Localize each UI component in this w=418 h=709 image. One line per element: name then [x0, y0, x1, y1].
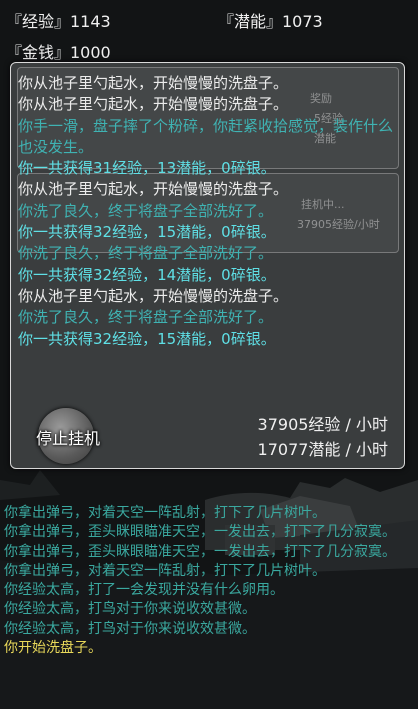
- log-line: 你从池子里勺起水，开始慢慢的洗盘子。: [18, 95, 289, 114]
- log-line: 你从池子里勺起水，开始慢慢的洗盘子。: [18, 180, 289, 199]
- log-line: 你手一滑，盘子摔了个粉碎，你赶紧收拾感觉，装作什么也没发生。: [18, 116, 394, 156]
- message-line: 你拿出弹弓，歪头眯眼瞄准天空，一发出去，打下了几分寂寞。: [4, 543, 396, 560]
- log-line: 你一共获得32经验，14潜能，0碎银。: [18, 265, 276, 284]
- log-line: 你一共获得32经验，15潜能，0碎银。: [18, 329, 276, 348]
- money-stat: 『金钱』1000: [6, 43, 111, 62]
- stop-button-label: 停止挂机: [35, 429, 100, 448]
- message-line: 你经验太高，打鸟对于你来说收效甚微。: [4, 620, 256, 637]
- exp-stat: 『经验』1143: [6, 12, 111, 31]
- log-line: 你洗了良久，终于将盘子全部洗好了。: [18, 201, 274, 220]
- message-feed: 你拿出弹弓，对着天空一阵乱射，打下了几片树叶。你拿出弹弓，歪头眯眼瞄准天空，一发…: [4, 504, 414, 658]
- message-line: 你经验太高，打了一会发现并没有什么卵用。: [4, 582, 284, 599]
- message-line: 你拿出弹弓，歪头眯眼瞄准天空，一发出去，打下了几分寂寞。: [4, 524, 396, 541]
- exp-per-hour: 37905经验 / 小时: [257, 415, 388, 434]
- potential-per-hour: 17077潜能 / 小时: [257, 440, 388, 459]
- log-line: 你从池子里勺起水，开始慢慢的洗盘子。: [18, 74, 289, 92]
- potential-stat: 『潜能』1073: [218, 12, 323, 31]
- message-line: 你拿出弹弓，对着天空一阵乱射，打下了几片树叶。: [4, 562, 326, 579]
- event-log: 你从池子里勺起水，开始慢慢的洗盘子。 你从池子里勺起水，开始慢慢的洗盘子。你手一滑…: [18, 73, 398, 350]
- log-line: 你洗了良久，终于将盘子全部洗好了。: [18, 244, 274, 263]
- idle-log-panel: 奖励 5经验 潜能 挂机中... 37905经验/小时 你从池子里勺起水，开始慢…: [10, 62, 405, 469]
- stats-bar: 『经验』1143 『潜能』1073 『金钱』1000: [0, 0, 418, 62]
- log-line: 你洗了良久，终于将盘子全部洗好了。: [18, 308, 274, 327]
- log-line: 你一共获得31经验，13潜能，0碎银。: [18, 159, 276, 178]
- message-line: 你经验太高，打鸟对于你来说收效甚微。: [4, 601, 256, 618]
- message-line: 你开始洗盘子。: [4, 640, 102, 657]
- stop-idle-button[interactable]: 停止挂机: [28, 408, 108, 464]
- log-line: 你从池子里勺起水，开始慢慢的洗盘子。: [18, 286, 289, 305]
- log-line: 你一共获得32经验，15潜能，0碎银。: [18, 223, 276, 242]
- message-line: 你拿出弹弓，对着天空一阵乱射，打下了几片树叶。: [4, 505, 326, 521]
